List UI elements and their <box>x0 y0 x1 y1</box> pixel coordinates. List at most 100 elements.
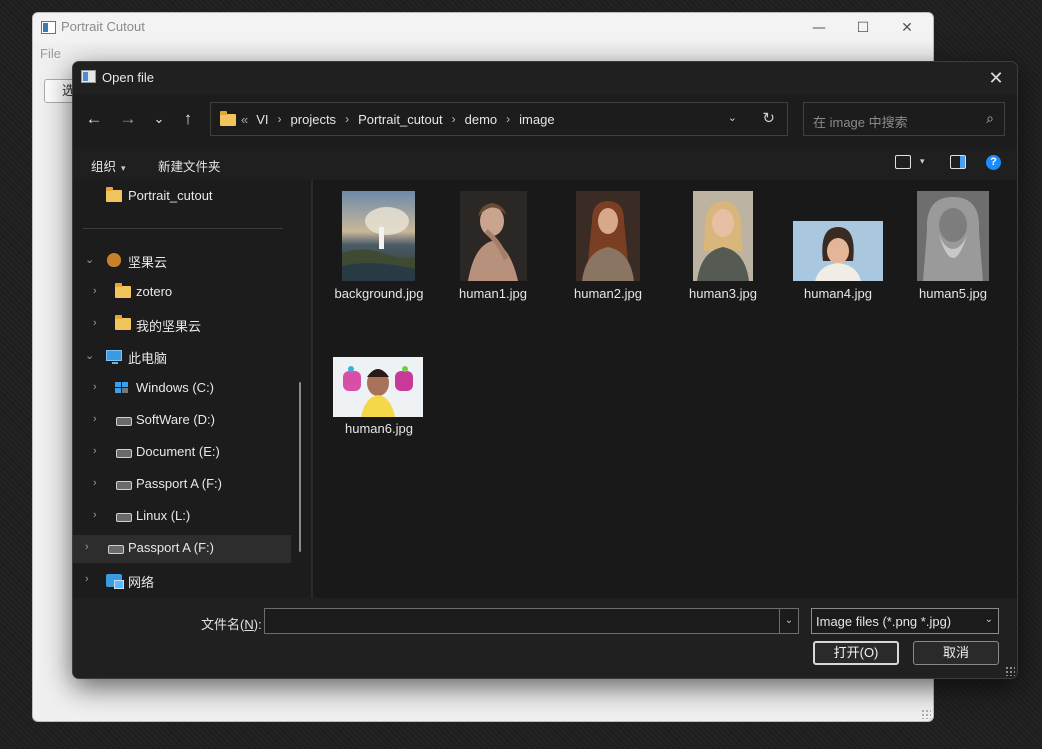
sidebar-item-drive-f[interactable]: › Passport A (F:) <box>73 471 291 499</box>
network-icon <box>106 574 124 589</box>
file-item[interactable]: human5.jpg <box>903 190 1003 301</box>
computer-icon <box>106 350 122 364</box>
command-bar: 组织 ▾ 新建文件夹 ▾ ? <box>73 148 1017 180</box>
expand-chevron-icon[interactable]: › <box>93 445 97 457</box>
close-button[interactable]: ✕ <box>885 17 929 39</box>
open-file-dialog: Open file ✕ ← → ⌄ ↑ « VI › projects › Po… <box>72 61 1018 679</box>
sidebar-item-label: 我的坚果云 <box>136 319 202 334</box>
sidebar-item-passport-f[interactable]: › Passport A (F:) <box>73 535 291 563</box>
file-item[interactable]: human1.jpg <box>443 190 543 301</box>
file-type-select[interactable]: Image files (*.png *.jpg) ⌄ <box>811 608 999 634</box>
file-name: human2.jpg <box>574 286 642 301</box>
breadcrumb-item[interactable]: demo <box>465 112 498 127</box>
file-item[interactable]: background.jpg <box>329 190 429 320</box>
expand-chevron-icon[interactable]: › <box>93 477 97 489</box>
sidebar-item-nutstore[interactable]: ⌄ 坚果云 <box>73 247 291 275</box>
dialog-titlebar: Open file ✕ <box>73 62 1017 94</box>
view-mode-icon[interactable] <box>895 155 911 169</box>
collapse-chevron-icon[interactable]: ⌄ <box>85 349 94 362</box>
refresh-icon[interactable]: ↻ <box>762 109 775 127</box>
collapse-chevron-icon[interactable]: ⌄ <box>85 253 94 266</box>
sidebar-item-portrait-cutout[interactable]: Portrait_cutout <box>73 183 291 211</box>
main-window-title: Portrait Cutout <box>61 19 145 34</box>
sidebar-item-drive-c[interactable]: › Windows (C:) <box>73 375 291 403</box>
breadcrumb-overflow[interactable]: « <box>241 112 248 127</box>
breadcrumb-separator-icon[interactable]: › <box>278 112 282 126</box>
lighthouse-photo-thumbnail <box>342 191 415 281</box>
sidebar-item-this-pc[interactable]: ⌄ 此电脑 <box>73 343 291 371</box>
sidebar-scrollbar[interactable] <box>299 382 301 552</box>
breadcrumb-separator-icon[interactable]: › <box>506 112 510 126</box>
navigation-pane: Portrait_cutout ⌄ 坚果云 › zotero › 我的坚果云 ⌄… <box>73 180 311 598</box>
expand-chevron-icon[interactable]: › <box>85 541 89 553</box>
preview-pane-icon[interactable] <box>950 155 966 169</box>
breadcrumb-item[interactable]: image <box>519 112 554 127</box>
help-icon[interactable]: ? <box>986 155 1001 170</box>
address-dropdown-icon[interactable]: ⌄ <box>728 111 737 124</box>
maximize-button[interactable]: ☐ <box>841 17 885 39</box>
breadcrumb-separator-icon[interactable]: › <box>452 112 456 126</box>
cancel-button[interactable]: 取消 <box>913 641 999 665</box>
open-button[interactable]: 打开(O) <box>813 641 899 665</box>
sidebar-item-label: Linux (L:) <box>136 508 191 523</box>
file-name-input[interactable]: ⌄ <box>264 608 799 634</box>
portrait-photo-thumbnail <box>693 191 753 281</box>
dialog-close-button[interactable]: ✕ <box>979 64 1013 92</box>
breadcrumb-item[interactable]: Portrait_cutout <box>358 112 443 127</box>
folder-icon <box>220 111 236 126</box>
sidebar-item-label: 坚果云 <box>128 255 168 270</box>
file-item[interactable]: human3.jpg <box>673 190 773 301</box>
file-item[interactable]: human2.jpg <box>558 190 658 301</box>
expand-chevron-icon[interactable]: › <box>93 509 97 521</box>
file-name-dropdown-icon[interactable]: ⌄ <box>779 609 798 633</box>
file-name-label-suffix: ): <box>253 617 262 632</box>
main-window-titlebar: Portrait Cutout — ☐ ✕ <box>33 13 933 43</box>
sidebar-item-zotero[interactable]: › zotero <box>73 279 291 307</box>
expand-chevron-icon[interactable]: › <box>93 285 97 297</box>
search-icon[interactable]: ⌕ <box>986 110 994 127</box>
sidebar-item-label: 网络 <box>128 575 155 590</box>
up-arrow-icon[interactable]: ↑ <box>176 107 200 131</box>
sidebar-divider <box>83 228 283 229</box>
dialog-resize-grip[interactable] <box>1005 666 1015 676</box>
file-name: human5.jpg <box>919 286 987 301</box>
file-type-value: Image files (*.png *.jpg) <box>816 614 952 629</box>
chevron-down-icon: ⌄ <box>984 614 993 625</box>
file-name-label: 文件名(N): <box>201 614 262 633</box>
sidebar-item-drive-l[interactable]: › Linux (L:) <box>73 503 291 531</box>
sidebar-item-label: SoftWare (D:) <box>136 412 215 427</box>
portrait-photo-thumbnail <box>576 191 640 281</box>
sidebar-item-drive-e[interactable]: › Document (E:) <box>73 439 291 467</box>
recent-locations-chevron-icon[interactable]: ⌄ <box>147 107 171 131</box>
expand-chevron-icon[interactable]: › <box>85 573 89 585</box>
search-placeholder: 在 image 中搜索 <box>813 115 908 130</box>
resize-grip[interactable] <box>921 709 931 719</box>
file-name: human1.jpg <box>459 286 527 301</box>
organize-menu[interactable]: 组织 ▾ <box>91 156 126 175</box>
file-item[interactable]: human6.jpg <box>329 356 429 466</box>
sidebar-item-network[interactable]: › 网络 <box>73 567 291 595</box>
expand-chevron-icon[interactable]: › <box>93 381 97 393</box>
file-name-label-accesskey: N <box>244 617 254 632</box>
expand-chevron-icon[interactable]: › <box>93 317 97 329</box>
dialog-title: Open file <box>102 70 155 85</box>
forward-arrow-icon[interactable]: → <box>116 107 140 131</box>
breadcrumb-item[interactable]: projects <box>291 112 337 127</box>
address-bar[interactable]: « VI › projects › Portrait_cutout › demo… <box>210 102 788 136</box>
sidebar-item-my-nutstore[interactable]: › 我的坚果云 <box>73 311 291 339</box>
sidebar-item-label: 此电脑 <box>128 351 168 366</box>
expand-chevron-icon[interactable]: › <box>93 413 97 425</box>
file-item[interactable]: human4.jpg <box>788 190 888 301</box>
portrait-photo-thumbnail <box>460 191 527 281</box>
breadcrumb-item[interactable]: VI <box>256 112 268 127</box>
dialog-app-icon <box>81 70 96 83</box>
back-arrow-icon[interactable]: ← <box>82 107 106 131</box>
new-folder-button[interactable]: 新建文件夹 <box>158 156 221 175</box>
view-options-caret-icon[interactable]: ▾ <box>920 156 925 167</box>
minimize-button[interactable]: — <box>797 17 841 39</box>
breadcrumb-separator-icon[interactable]: › <box>345 112 349 126</box>
search-box[interactable]: 在 image 中搜索 ⌕ <box>803 102 1005 136</box>
folder-icon <box>106 187 122 202</box>
child-portrait-photo-thumbnail <box>793 221 883 281</box>
sidebar-item-drive-d[interactable]: › SoftWare (D:) <box>73 407 291 435</box>
